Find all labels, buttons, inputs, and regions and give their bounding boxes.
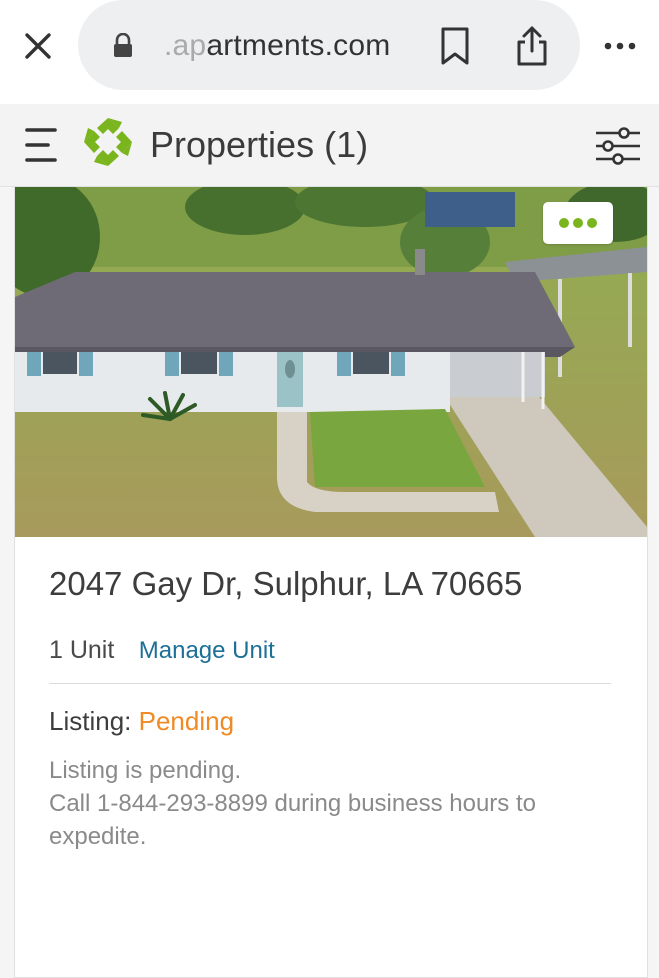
listing-message-line: Listing is pending. xyxy=(49,757,242,784)
apartments-logo-icon xyxy=(84,118,132,166)
bookmark-icon[interactable] xyxy=(438,26,472,66)
close-tab-button[interactable] xyxy=(20,28,56,64)
property-card: 2047 Gay Dr, Sulphur, LA 70665 1 Unit Ma… xyxy=(14,186,648,978)
page-title: Properties (1) xyxy=(150,124,369,165)
units-row: 1 Unit Manage Unit xyxy=(49,633,275,667)
share-icon[interactable] xyxy=(513,24,551,68)
more-options-icon xyxy=(559,218,597,228)
listing-message-line: expedite. xyxy=(49,823,147,850)
property-address[interactable]: 2047 Gay Dr, Sulphur, LA 70665 xyxy=(49,565,522,603)
url-domain: artments.com xyxy=(206,29,391,62)
listing-message-line: Call 1-844-293-8899 during business hour… xyxy=(49,790,536,817)
card-options-button[interactable] xyxy=(543,202,613,244)
divider xyxy=(49,683,611,684)
property-photo[interactable] xyxy=(15,187,647,537)
listing-status-row: Listing: Pending xyxy=(49,703,234,739)
browser-toolbar: .apartments.com xyxy=(0,0,659,104)
filter-settings-icon[interactable] xyxy=(594,126,642,166)
listing-label: Listing: xyxy=(49,706,132,736)
url-prefix: .ap xyxy=(164,29,207,62)
url-text[interactable]: .apartments.com xyxy=(164,24,390,68)
manage-unit-link[interactable]: Manage Unit xyxy=(139,637,275,664)
close-icon xyxy=(25,33,51,59)
lock-icon xyxy=(114,33,132,57)
app-header: Properties (1) xyxy=(0,104,659,187)
more-options-icon[interactable] xyxy=(602,38,638,54)
listing-status-value: Pending xyxy=(138,706,235,736)
unit-count: 1 Unit xyxy=(49,636,115,664)
hamburger-menu-icon[interactable] xyxy=(24,124,58,166)
